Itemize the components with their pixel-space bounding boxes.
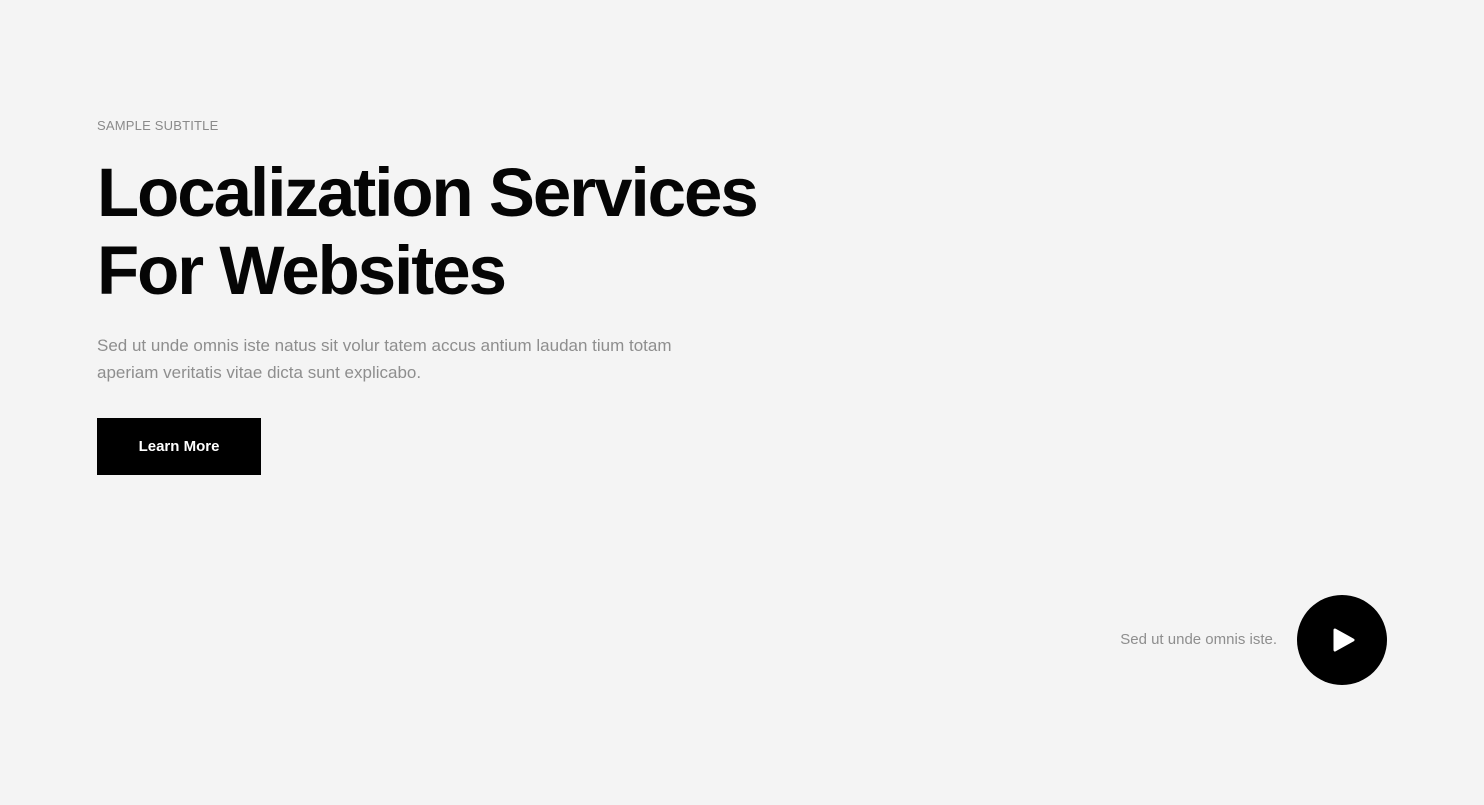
hero-title-line-1: Localization Services — [97, 154, 759, 231]
play-icon — [1333, 628, 1355, 652]
video-caption: Sed ut unde omnis iste. — [1120, 631, 1277, 648]
learn-more-button[interactable]: Learn More — [97, 418, 261, 475]
hero-subtitle: SAMPLE SUBTITLE — [97, 118, 219, 133]
hero-description: Sed ut unde omnis iste natus sit volur t… — [97, 336, 672, 382]
hero-title-line-2: For Websites — [97, 232, 507, 309]
play-video-button[interactable] — [1297, 595, 1387, 685]
hero-title: Localization Services For Websites — [97, 154, 857, 310]
